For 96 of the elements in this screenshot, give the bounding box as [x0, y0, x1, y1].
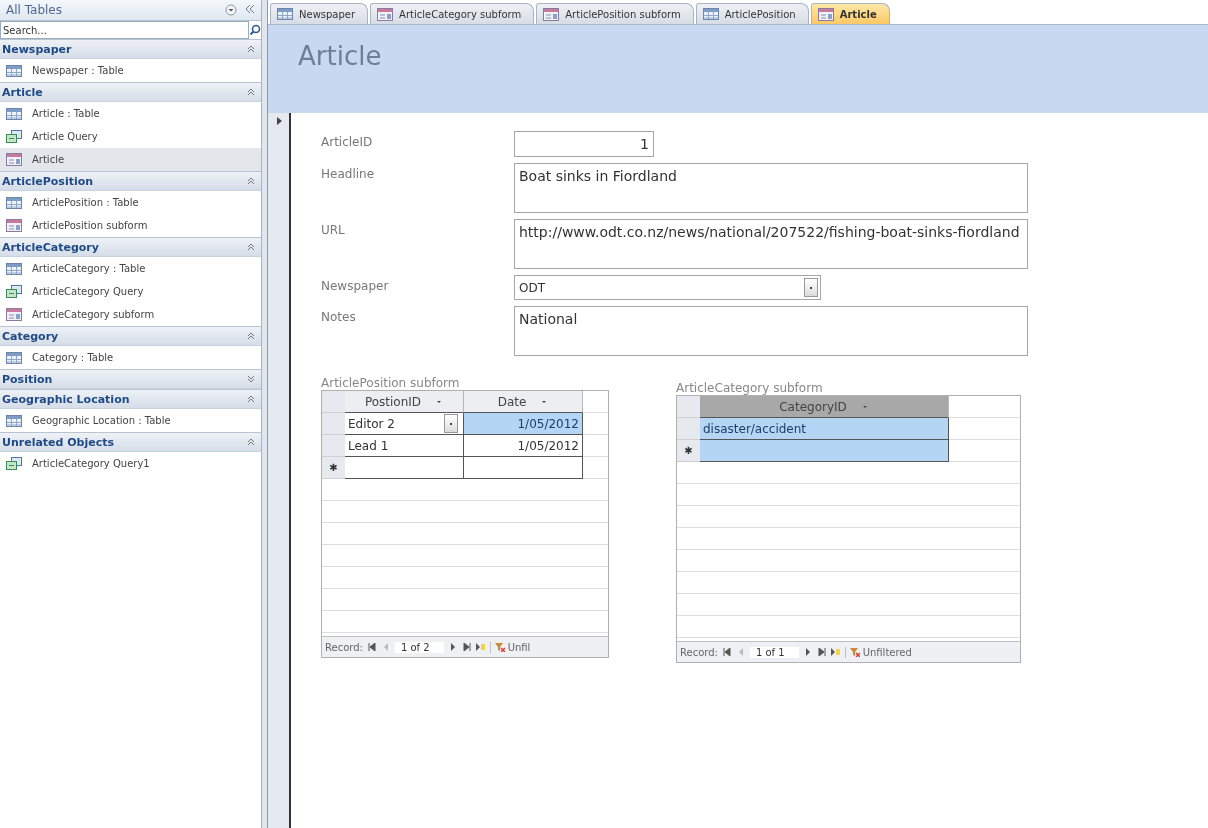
- group-header[interactable]: Geographic Location: [0, 389, 261, 409]
- table-icon: [6, 262, 22, 275]
- first-record-button[interactable]: [366, 641, 377, 653]
- group-name: Category: [2, 329, 59, 343]
- table-cell[interactable]: disaster/accident: [700, 418, 949, 440]
- last-record-button[interactable]: [461, 641, 472, 653]
- document-tab[interactable]: ArticlePosition subform: [536, 3, 694, 24]
- form-icon: [543, 7, 560, 21]
- form-icon: [377, 7, 394, 21]
- group-header[interactable]: Newspaper: [0, 39, 261, 59]
- field-label: ArticleID: [321, 134, 374, 151]
- new-record-marker: ✱: [322, 457, 345, 479]
- new-record-cell[interactable]: [700, 440, 949, 462]
- form-icon: [6, 219, 22, 232]
- first-record-button[interactable]: [721, 646, 732, 658]
- group-header[interactable]: ArticleCategory: [0, 237, 261, 257]
- table-icon: [277, 8, 293, 20]
- filter-button[interactable]: Unfiltered: [844, 646, 916, 658]
- column-header[interactable]: CategoryID: [700, 396, 949, 418]
- collapse-icon[interactable]: [247, 45, 255, 53]
- table-icon: [6, 414, 22, 427]
- record-position-field[interactable]: 1 of 1: [749, 646, 799, 658]
- form-title: Article: [298, 41, 382, 71]
- collapse-icon[interactable]: [247, 88, 255, 96]
- table-icon: [6, 351, 22, 364]
- column-header[interactable]: Date: [464, 391, 583, 413]
- group-name: Geographic Location: [2, 392, 130, 406]
- last-record-button[interactable]: [816, 646, 827, 658]
- text-field[interactable]: http://www.odt.co.nz/news/national/207522/fishing-boat-sinks-fiordland: [514, 219, 1028, 269]
- group-name: Position: [2, 372, 53, 386]
- document-tab[interactable]: Newspaper: [270, 3, 369, 24]
- table-icon: [6, 107, 22, 120]
- new-record-marker: ✱: [677, 440, 700, 462]
- table-cell[interactable]: 1/05/2012: [464, 435, 583, 457]
- record-label: Record:: [680, 646, 718, 658]
- form-icon: [6, 153, 22, 166]
- group-name: Article: [2, 85, 43, 99]
- collapse-icon[interactable]: [247, 332, 255, 340]
- group-name: ArticlePosition: [2, 174, 94, 188]
- collapse-icon[interactable]: [247, 395, 255, 403]
- pane-title[interactable]: All Tables: [6, 3, 62, 17]
- dropdown-button[interactable]: [804, 278, 818, 297]
- query-icon: [6, 457, 22, 470]
- table-icon: [6, 196, 22, 209]
- record-selector[interactable]: [268, 113, 291, 828]
- query-icon: [6, 285, 22, 298]
- collapse-icon[interactable]: [247, 438, 255, 446]
- table-cell[interactable]: Lead 1: [345, 435, 464, 457]
- table-cell[interactable]: 1/05/2012: [464, 413, 583, 435]
- dropdown-button[interactable]: [444, 414, 458, 433]
- new-record-cell[interactable]: [345, 457, 464, 479]
- form-icon: [817, 7, 834, 21]
- field-label: URL: [321, 222, 346, 239]
- navigation-item[interactable]: Article: [0, 148, 261, 171]
- search-field[interactable]: Search...: [0, 21, 249, 39]
- table-icon: [6, 64, 22, 77]
- filter-icon: [849, 647, 860, 657]
- expand-icon[interactable]: [247, 375, 255, 383]
- new-record-button[interactable]: [475, 641, 486, 653]
- text-field[interactable]: 1: [514, 131, 654, 157]
- document-tab[interactable]: Article: [810, 3, 890, 24]
- combo-field[interactable]: ODT: [514, 275, 821, 300]
- group-header[interactable]: Unrelated Objects: [0, 432, 261, 452]
- new-record-button[interactable]: [830, 646, 841, 658]
- record-position-field[interactable]: 1 of 2: [394, 641, 444, 653]
- group-header[interactable]: Position: [0, 369, 261, 389]
- group-header[interactable]: Category: [0, 326, 261, 346]
- group-header[interactable]: Article: [0, 82, 261, 102]
- filter-icon: [494, 642, 505, 652]
- new-record-cell[interactable]: [464, 457, 583, 479]
- document-tab[interactable]: ArticleCategory subform: [370, 3, 535, 24]
- group-name: Newspaper: [2, 42, 72, 56]
- record-label: Record:: [325, 641, 363, 653]
- field-label: Notes: [321, 309, 357, 326]
- field-label: Newspaper: [321, 278, 390, 295]
- subform-label: ArticleCategory subform: [676, 381, 824, 395]
- query-icon: [6, 130, 22, 143]
- text-field[interactable]: National: [514, 306, 1028, 356]
- form-icon: [6, 308, 22, 321]
- group-name: ArticleCategory: [2, 240, 99, 254]
- current-record-icon: [274, 117, 283, 125]
- search-icon[interactable]: [249, 24, 261, 36]
- collapse-icon[interactable]: [247, 177, 255, 185]
- column-header[interactable]: PostionID: [345, 391, 464, 413]
- filter-button[interactable]: Unfil: [489, 641, 535, 653]
- field-label: Headline: [321, 166, 376, 183]
- dropdown-icon[interactable]: [225, 4, 237, 16]
- collapse-icon[interactable]: [247, 243, 255, 251]
- text-field[interactable]: Boat sinks in Fiordland: [514, 163, 1028, 213]
- document-tab[interactable]: ArticlePosition: [695, 3, 809, 24]
- collapse-pane-icon[interactable]: [245, 4, 255, 14]
- table-icon: [702, 8, 719, 20]
- group-name: Unrelated Objects: [2, 435, 115, 449]
- group-header[interactable]: ArticlePosition: [0, 171, 261, 191]
- table-cell[interactable]: Editor 2: [345, 413, 464, 435]
- subform-label: ArticlePosition subform: [321, 376, 461, 390]
